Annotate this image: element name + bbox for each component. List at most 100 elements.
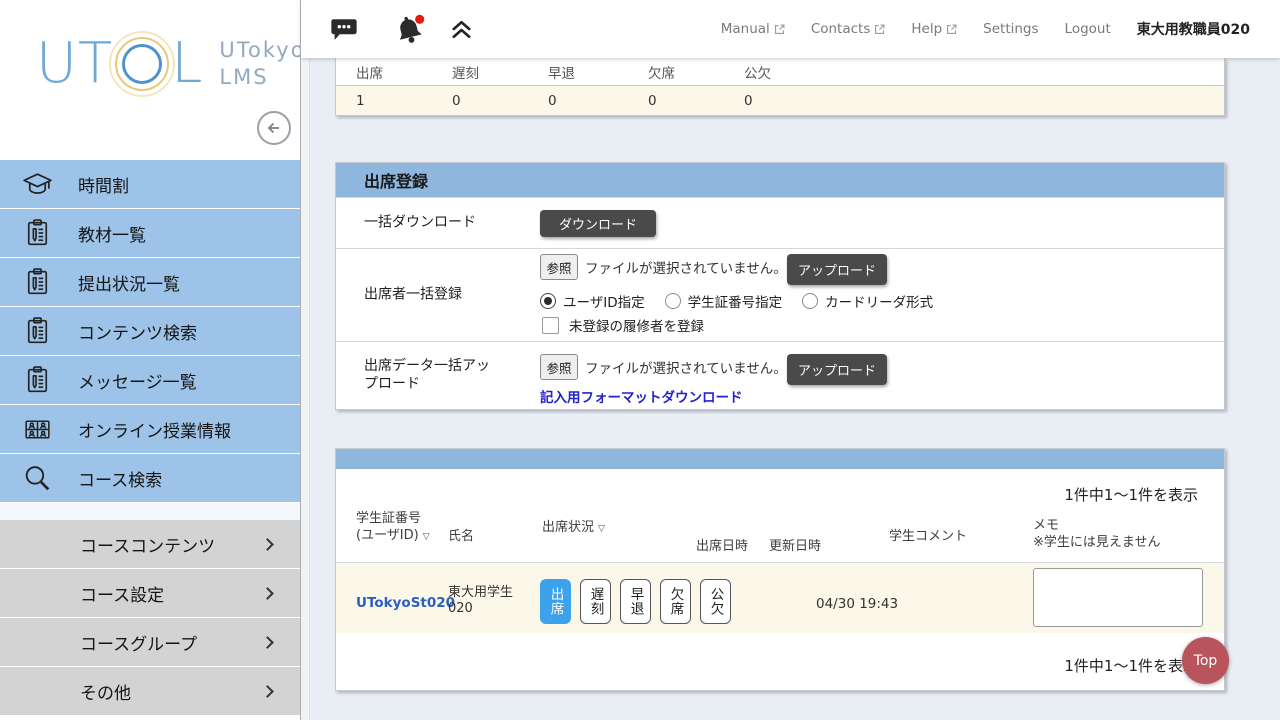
checkbox-label: 未登録の履修者を登録 [569, 315, 704, 335]
sort-icon[interactable]: ▽ [423, 532, 430, 542]
sidebar-item-messages[interactable]: メッセージ一覧 [0, 356, 300, 405]
sidebar-item-label: コース検索 [78, 466, 162, 491]
checkbox-icon[interactable] [542, 317, 559, 334]
status-button-late[interactable]: 遅刻 [580, 579, 611, 624]
data-upload-label: 出席データ一括アップロード [364, 357, 502, 395]
radio-unchecked-icon[interactable] [802, 293, 818, 309]
upload-button[interactable]: アップロード [787, 354, 887, 385]
clipboard-pen-icon [20, 216, 54, 250]
file-status-text: ファイルが選択されていません。 [585, 257, 787, 277]
username[interactable]: 東大用教職員020 [1137, 19, 1250, 39]
help-link[interactable]: Help [911, 21, 957, 37]
student-name: 東大用学生020 [448, 585, 528, 617]
sidebar-item-label: 教材一覧 [78, 221, 146, 246]
status-button-present[interactable]: 出席 [540, 579, 571, 624]
column-header-status[interactable]: 出席状況▽ [542, 519, 605, 538]
browse-button[interactable]: 参照 [540, 354, 578, 380]
sidebar-collapse-button[interactable] [257, 111, 291, 145]
sidebar-item-course-group[interactable]: コースグループ [0, 618, 300, 667]
menu-spacer [0, 503, 300, 520]
sidebar-item-submission-status[interactable]: 提出状況一覧 [0, 258, 300, 307]
radio-unchecked-icon[interactable] [665, 293, 681, 309]
sidebar-item-content-search[interactable]: コンテンツ検索 [0, 307, 300, 356]
section-title: 出席登録 [336, 163, 1224, 197]
settings-link[interactable]: Settings [983, 21, 1038, 37]
logo-text-l: L [171, 36, 203, 92]
status-button-absent[interactable]: 欠席 [660, 579, 691, 624]
logo-text-ut: UT [36, 36, 113, 92]
column-header-memo: メモ ※学生には見えません [1033, 517, 1161, 551]
collapse-header-icon[interactable] [448, 17, 475, 41]
download-button[interactable]: ダウンロード [540, 210, 656, 237]
sidebar-item-course-settings[interactable]: コース設定 [0, 569, 300, 618]
sidebar-item-course-search[interactable]: コース検索 [0, 454, 300, 503]
scrollbar-track[interactable] [301, 0, 310, 720]
format-download-link[interactable]: 記入用フォーマットダウンロード [540, 386, 743, 406]
bulk-download-row: 一括ダウンロード ダウンロード [336, 197, 1224, 248]
summary-value-row: 1 0 0 0 0 [336, 86, 1224, 115]
sidebar-item-online-class-info[interactable]: オンライン授業情報 [0, 405, 300, 454]
updated-at-value: 04/30 19:43 [816, 596, 898, 612]
magnifier-icon [20, 461, 54, 495]
sidebar-item-label: メッセージ一覧 [78, 368, 197, 393]
file-picker: 参照 ファイルが選択されていません。 [540, 254, 787, 280]
file-status-text: ファイルが選択されていません。 [585, 357, 787, 377]
radio-student-number-option[interactable]: 学生証番号指定 [665, 291, 783, 311]
table-row: UTokyoSt020 東大用学生020 出席 遅刻 早退 欠席 公欠 04/3… [336, 563, 1224, 633]
sidebar-item-timetable[interactable]: 時間割 [0, 160, 300, 209]
sidebar: UT L UTokyo LMS 時間割 [0, 0, 300, 720]
logout-link[interactable]: Logout [1065, 21, 1111, 37]
sidebar-item-label: コースグループ [80, 630, 197, 655]
bulk-download-label: 一括ダウンロード [364, 214, 502, 233]
radio-user-id-option[interactable]: ユーザID指定 [540, 291, 645, 311]
id-type-radio-group: ユーザID指定 学生証番号指定 カードリーダ形式 [540, 291, 933, 311]
sidebar-item-label: 提出状況一覧 [78, 270, 180, 295]
radio-card-reader-option[interactable]: カードリーダ形式 [802, 291, 933, 311]
logo-o-rings-icon [119, 41, 165, 87]
attendance-detail-table: 1件中1〜1件を表示 学生証番号 (ユーザID)▽ 氏名 出席状況▽ 出席日時 … [335, 448, 1225, 691]
chevron-right-icon [261, 538, 274, 551]
logo-wordmark: UT L [36, 36, 203, 92]
column-header-attended-at: 出席日時 [696, 538, 748, 555]
sidebar-item-course-contents[interactable]: コースコンテンツ [0, 520, 300, 569]
main-content: 出席 遅刻 早退 欠席 公欠 1 0 0 0 0 出席登録 一括ダウンロード ダ… [311, 58, 1280, 720]
column-header-name: 氏名 [448, 528, 474, 545]
register-unregistered-option[interactable]: 未登録の履修者を登録 [542, 315, 704, 335]
summary-value: 0 [452, 93, 548, 109]
status-button-early-leave[interactable]: 早退 [620, 579, 651, 624]
summary-value: 0 [648, 93, 744, 109]
summary-value: 0 [744, 93, 840, 109]
radio-checked-icon[interactable] [540, 293, 556, 309]
data-upload-row: 出席データ一括アップロード 参照 ファイルが選択されていません。 アップロード … [336, 341, 1224, 409]
table-header-bar [336, 449, 1224, 469]
student-id-link[interactable]: UTokyoSt020 [356, 595, 455, 611]
status-button-group: 出席 遅刻 早退 欠席 公欠 [540, 579, 731, 624]
bulk-register-label: 出席者一括登録 [364, 286, 502, 305]
sidebar-divider [300, 0, 301, 720]
notification-dot [415, 14, 424, 23]
utol-logo[interactable]: UT L UTokyo LMS [36, 36, 306, 92]
clipboard-pen-icon [20, 314, 54, 348]
status-button-official-absence[interactable]: 公欠 [700, 579, 731, 624]
sidebar-menu: 時間割 教材一覧 提出状況一覧 [0, 160, 300, 716]
external-link-icon [774, 24, 785, 35]
attendance-register-section: 出席登録 一括ダウンロード ダウンロード 出席者一括登録 参照 ファイルが選択さ… [335, 162, 1225, 410]
scroll-to-top-button[interactable]: Top [1182, 637, 1229, 684]
sort-icon[interactable]: ▽ [598, 524, 605, 534]
memo-input[interactable] [1033, 568, 1203, 627]
sidebar-item-label: コースコンテンツ [80, 532, 215, 557]
contacts-link[interactable]: Contacts [811, 21, 886, 37]
external-link-icon [874, 24, 885, 35]
clipboard-pen-icon [20, 363, 54, 397]
messages-icon[interactable] [329, 16, 359, 43]
browse-button[interactable]: 参照 [540, 254, 578, 280]
result-count: 1件中1〜1件を表示 [1064, 655, 1198, 676]
result-count: 1件中1〜1件を表示 [1064, 484, 1198, 505]
topbar-links: Manual Contacts Help Se [721, 19, 1280, 39]
upload-button[interactable]: アップロード [787, 254, 887, 285]
sidebar-item-materials[interactable]: 教材一覧 [0, 209, 300, 258]
manual-link[interactable]: Manual [721, 21, 785, 37]
column-header-student-id[interactable]: 学生証番号 (ユーザID)▽ [356, 510, 430, 546]
notifications-bell-icon[interactable] [393, 12, 426, 47]
sidebar-item-others[interactable]: その他 [0, 667, 300, 716]
